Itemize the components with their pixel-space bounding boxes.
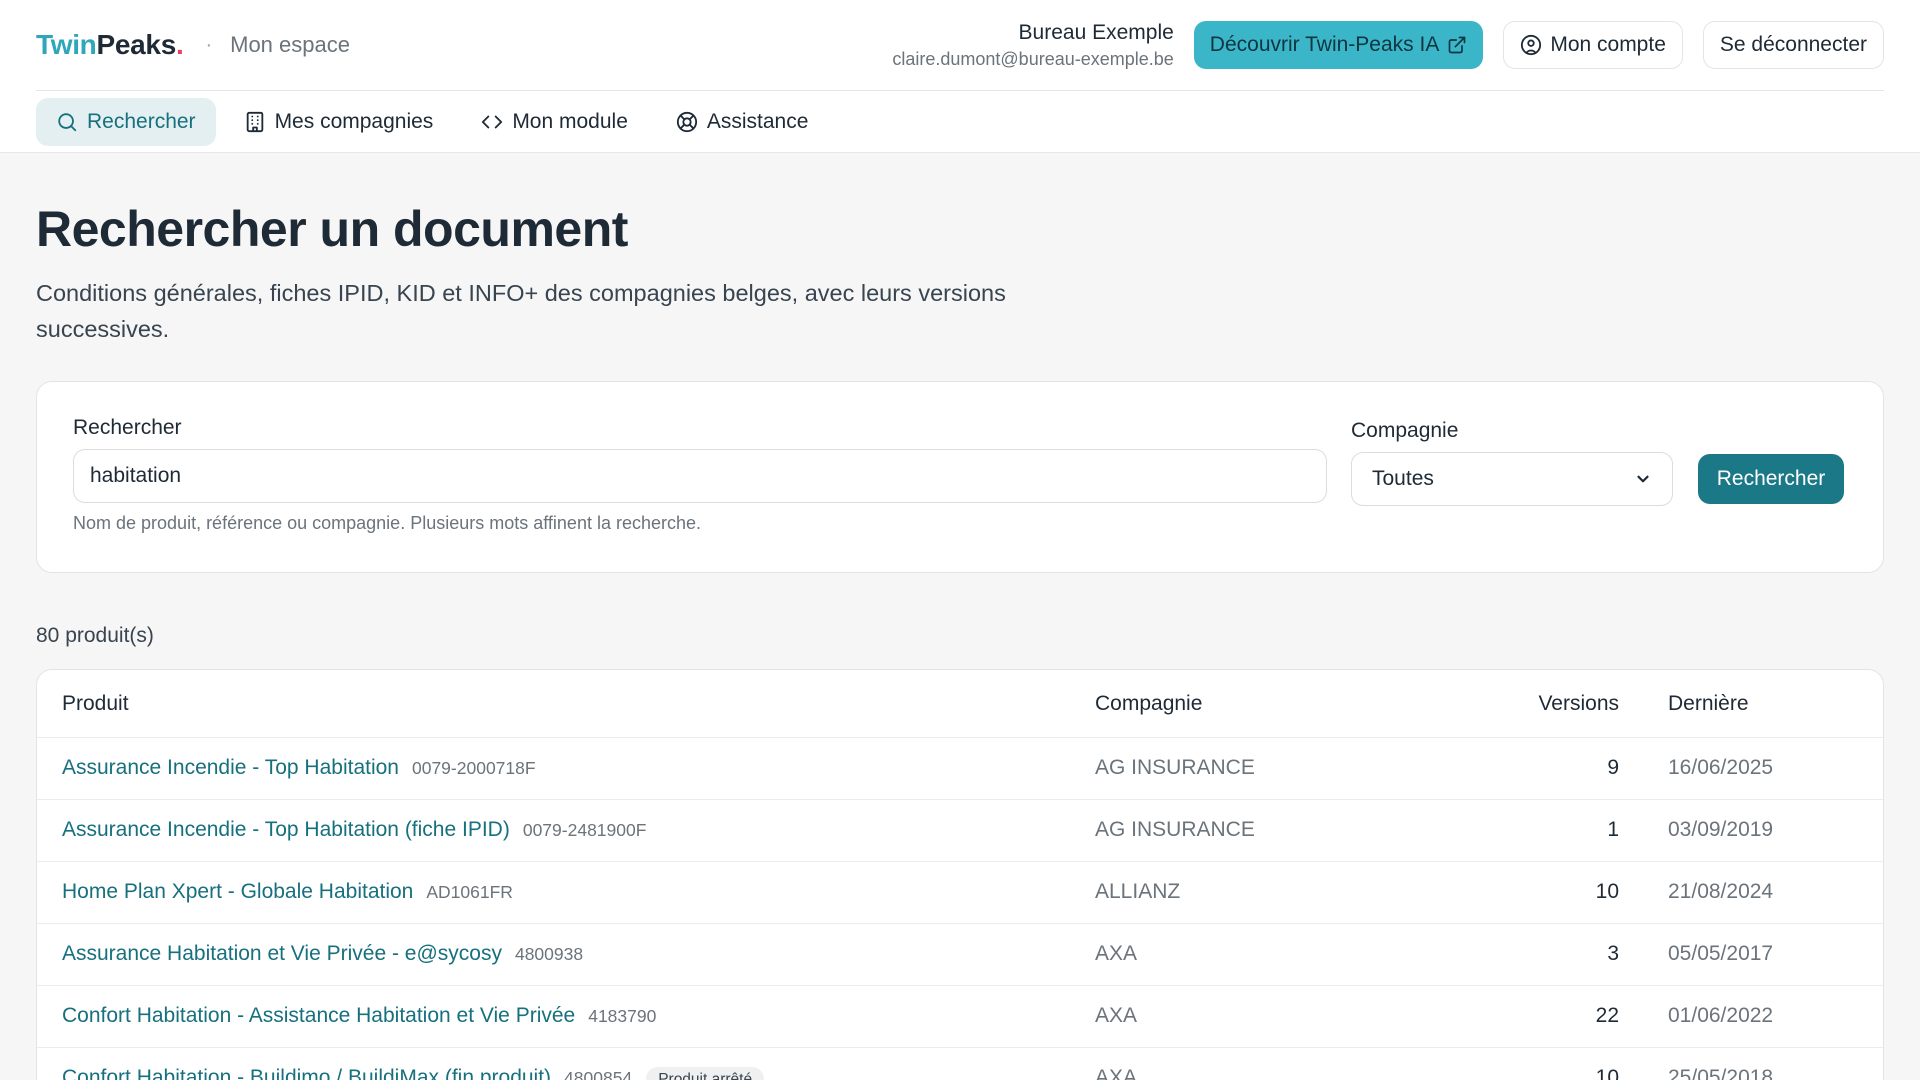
product-cell: Confort Habitation - Buildimo / BuildiMa…: [62, 1066, 765, 1080]
versions-cell: 9: [1607, 756, 1619, 779]
product-link[interactable]: Assurance Incendie - Top Habitation (fic…: [62, 818, 510, 842]
product-ref: 4183790: [588, 1006, 657, 1026]
account-button[interactable]: Mon compte: [1503, 21, 1683, 69]
table-row: Assurance Incendie - Top Habitation 0079…: [37, 738, 1883, 800]
nav-item-label: Mon module: [512, 110, 628, 133]
product-ref: AD1061FR: [426, 882, 513, 902]
table-row: Confort Habitation - Buildimo / BuildiMa…: [37, 1048, 1883, 1080]
nav-item-label: Rechercher: [87, 110, 196, 133]
nav-item-label: Assistance: [706, 110, 809, 133]
discover-ia-button[interactable]: Découvrir Twin-Peaks IA: [1193, 21, 1484, 69]
logo[interactable]: TwinPeaks.: [36, 29, 184, 61]
company-select[interactable]: Toutes: [1351, 452, 1673, 506]
versions-cell: 22: [1595, 1004, 1619, 1027]
date-cell: 16/06/2025: [1668, 756, 1774, 779]
space-label: Mon espace: [230, 32, 350, 57]
search-input[interactable]: [73, 449, 1327, 503]
search-help-text: Nom de produit, référence ou compagnie. …: [73, 513, 702, 533]
product-link[interactable]: Assurance Incendie - Top Habitation: [62, 756, 399, 780]
table-header: Produit Compagnie Versions Dernière: [37, 670, 1883, 738]
lifebuoy-icon: [676, 111, 697, 133]
column-header-company[interactable]: Compagnie: [1095, 692, 1202, 716]
column-header-versions[interactable]: Versions: [1538, 692, 1619, 716]
column-header-product[interactable]: Produit: [62, 692, 129, 716]
logout-button[interactable]: Se déconnecter: [1702, 21, 1884, 69]
user-email: claire.dumont@bureau-exemple.be: [892, 49, 1174, 69]
status-badge: Produit arrêté: [646, 1067, 765, 1080]
product-link[interactable]: Confort Habitation - Assistance Habitati…: [62, 1004, 575, 1028]
chevron-down-icon: [1637, 475, 1649, 483]
column-header-last[interactable]: Dernière: [1668, 692, 1749, 716]
nav-item-module[interactable]: Mon module: [461, 98, 648, 146]
company-label: Compagnie: [1351, 419, 1459, 442]
header-separator: ·: [205, 33, 213, 56]
nav-item-label: Mes compagnies: [274, 110, 434, 133]
nav-item-assistance[interactable]: Assistance: [656, 98, 829, 146]
search-label: Rechercher: [73, 416, 182, 439]
product-link[interactable]: Home Plan Xpert - Globale Habitation: [62, 880, 413, 904]
company-cell: AXA: [1095, 1066, 1138, 1080]
logout-label: Se déconnecter: [1719, 33, 1867, 56]
account-label: Mon compte: [1550, 33, 1666, 56]
date-cell: 03/09/2019: [1668, 818, 1774, 841]
date-cell: 05/05/2017: [1668, 942, 1774, 965]
discover-ia-label: Découvrir Twin-Peaks IA: [1209, 33, 1440, 56]
main-nav: Rechercher Mes compagnies Mon module Ass…: [36, 98, 836, 146]
date-cell: 01/06/2022: [1668, 1004, 1774, 1027]
table-row: Assurance Incendie - Top Habitation (fic…: [37, 800, 1883, 862]
company-cell: AXA: [1095, 1004, 1138, 1027]
product-ref: 0079-2000718F: [411, 758, 536, 778]
versions-cell: 10: [1595, 1066, 1619, 1080]
product-link[interactable]: Confort Habitation - Buildimo / BuildiMa…: [62, 1066, 551, 1080]
search-submit-button[interactable]: Rechercher: [1698, 454, 1844, 504]
company-cell: ALLIANZ: [1095, 880, 1181, 903]
company-cell: AG INSURANCE: [1095, 818, 1255, 841]
product-ref: 0079-2481900F: [522, 820, 647, 840]
logo-peaks: Peaks: [96, 29, 177, 60]
nav-item-search[interactable]: Rechercher: [36, 98, 216, 146]
product-cell: Assurance Incendie - Top Habitation (fic…: [62, 818, 646, 842]
logo-dot: .: [175, 29, 184, 60]
logo-twin: Twin: [36, 29, 97, 60]
search-card: Rechercher Nom de produit, référence ou …: [36, 381, 1884, 573]
table-row: Home Plan Xpert - Globale Habitation AD1…: [37, 862, 1883, 924]
top-bar: TwinPeaks. · Mon espace Bureau Exemple c…: [0, 0, 1920, 153]
user-circle-icon: [1521, 34, 1542, 56]
search-submit-label: Rechercher: [1716, 467, 1826, 490]
date-cell: 21/08/2024: [1668, 880, 1774, 903]
nav-item-companies[interactable]: Mes compagnies: [224, 98, 454, 146]
product-cell: Assurance Habitation et Vie Privée - e@s…: [62, 942, 583, 966]
table-row: Assurance Habitation et Vie Privée - e@s…: [37, 924, 1883, 986]
company-cell: AXA: [1095, 942, 1138, 965]
header: TwinPeaks. · Mon espace Bureau Exemple c…: [36, 0, 1884, 91]
page-subtitle: Conditions générales, fiches IPID, KID e…: [36, 280, 1006, 342]
product-ref: 4800854: [564, 1068, 633, 1080]
search-icon: [58, 113, 77, 132]
product-cell: Home Plan Xpert - Globale Habitation AD1…: [62, 880, 513, 904]
versions-cell: 3: [1607, 942, 1619, 965]
building-icon: [246, 111, 263, 133]
date-cell: 25/05/2018: [1668, 1066, 1774, 1080]
versions-cell: 10: [1595, 880, 1619, 903]
product-cell: Assurance Incendie - Top Habitation 0079…: [62, 756, 536, 780]
table-row: Confort Habitation - Assistance Habitati…: [37, 986, 1883, 1048]
user-name: Bureau Exemple: [1018, 21, 1174, 44]
product-cell: Confort Habitation - Assistance Habitati…: [62, 1004, 656, 1028]
results-count: 80 produit(s): [36, 624, 154, 647]
company-select-value: Toutes: [1372, 467, 1434, 490]
page-title: Rechercher un document: [36, 201, 628, 257]
header-right: Bureau Exemple claire.dumont@bureau-exem…: [892, 19, 1884, 71]
external-link-icon: [1448, 36, 1466, 54]
results-table: Produit Compagnie Versions Dernière Assu…: [36, 669, 1884, 1080]
user-info: Bureau Exemple claire.dumont@bureau-exem…: [892, 19, 1173, 71]
product-ref: 4800938: [514, 944, 584, 964]
code-icon: [482, 115, 503, 129]
versions-cell: 1: [1607, 818, 1619, 841]
product-link[interactable]: Assurance Habitation et Vie Privée - e@s…: [62, 942, 502, 966]
company-cell: AG INSURANCE: [1095, 756, 1255, 779]
